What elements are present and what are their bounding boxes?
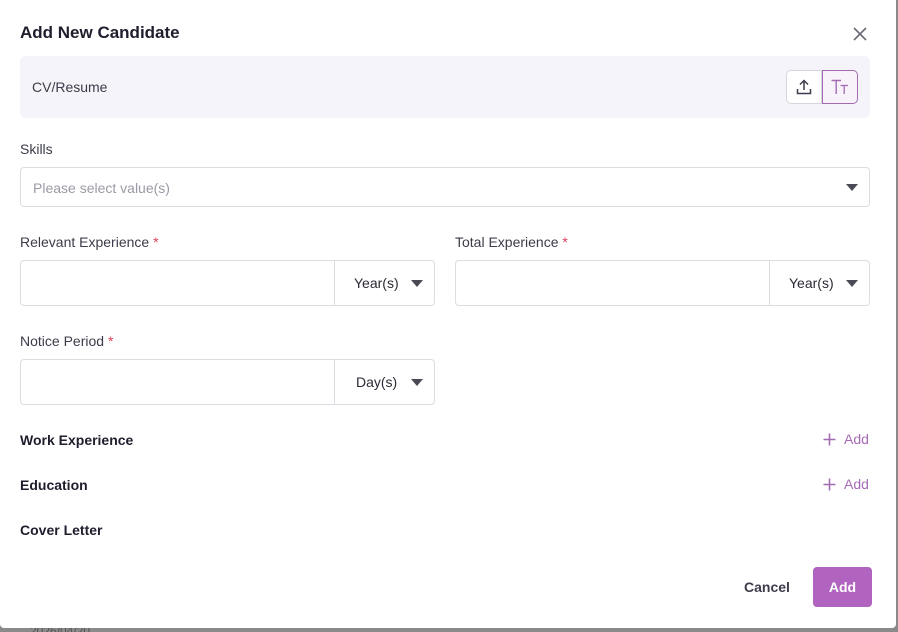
notice-period-input[interactable] bbox=[21, 360, 334, 404]
upload-cv-button[interactable] bbox=[786, 70, 822, 104]
cv-resume-label: CV/Resume bbox=[32, 79, 108, 95]
add-candidate-dialog: Add New Candidate CV/Resume Skills Pleas… bbox=[0, 0, 896, 628]
text-size-icon bbox=[831, 79, 848, 94]
unit-label: Year(s) bbox=[354, 275, 399, 291]
close-icon bbox=[853, 27, 867, 41]
upload-icon bbox=[796, 79, 812, 95]
skills-placeholder: Please select value(s) bbox=[33, 180, 170, 196]
relevant-experience-unit-select[interactable]: Year(s) bbox=[334, 261, 434, 305]
required-marker: * bbox=[562, 234, 568, 250]
relevant-experience-field: Year(s) bbox=[20, 260, 435, 306]
chevron-down-icon bbox=[411, 280, 423, 287]
relevant-experience-label: Relevant Experience * bbox=[20, 234, 159, 250]
plus-icon bbox=[823, 478, 836, 490]
total-experience-label: Total Experience * bbox=[455, 234, 568, 250]
total-experience-input[interactable] bbox=[456, 261, 769, 305]
notice-period-label: Notice Period * bbox=[20, 333, 114, 349]
cover-letter-heading: Cover Letter bbox=[20, 522, 103, 538]
notice-period-unit-select[interactable]: Day(s) bbox=[334, 360, 434, 404]
text-cv-button[interactable] bbox=[822, 70, 858, 104]
required-marker: * bbox=[153, 234, 159, 250]
add-work-experience-button[interactable]: Add bbox=[823, 431, 869, 447]
chevron-down-icon bbox=[411, 379, 423, 386]
work-experience-heading: Work Experience bbox=[20, 432, 134, 448]
chevron-down-icon bbox=[846, 280, 858, 287]
chevron-down-icon bbox=[846, 184, 858, 191]
cv-resume-section: CV/Resume bbox=[20, 56, 870, 118]
required-marker: * bbox=[107, 333, 114, 349]
skills-select[interactable]: Please select value(s) bbox=[20, 167, 870, 207]
notice-period-field: Day(s) bbox=[20, 359, 435, 405]
unit-label: Day(s) bbox=[356, 374, 398, 390]
add-label: Add bbox=[844, 431, 869, 447]
add-label: Add bbox=[844, 476, 869, 492]
plus-icon bbox=[823, 433, 836, 445]
total-experience-unit-select[interactable]: Year(s) bbox=[769, 261, 869, 305]
close-button[interactable] bbox=[851, 25, 869, 43]
add-button[interactable]: Add bbox=[813, 567, 872, 607]
skills-label: Skills bbox=[20, 141, 53, 157]
add-education-button[interactable]: Add bbox=[823, 476, 869, 492]
relevant-experience-input[interactable] bbox=[21, 261, 334, 305]
dialog-title: Add New Candidate bbox=[20, 23, 180, 42]
cancel-button[interactable]: Cancel bbox=[733, 567, 801, 607]
education-heading: Education bbox=[20, 477, 88, 493]
total-experience-field: Year(s) bbox=[455, 260, 870, 306]
unit-label: Year(s) bbox=[789, 275, 834, 291]
